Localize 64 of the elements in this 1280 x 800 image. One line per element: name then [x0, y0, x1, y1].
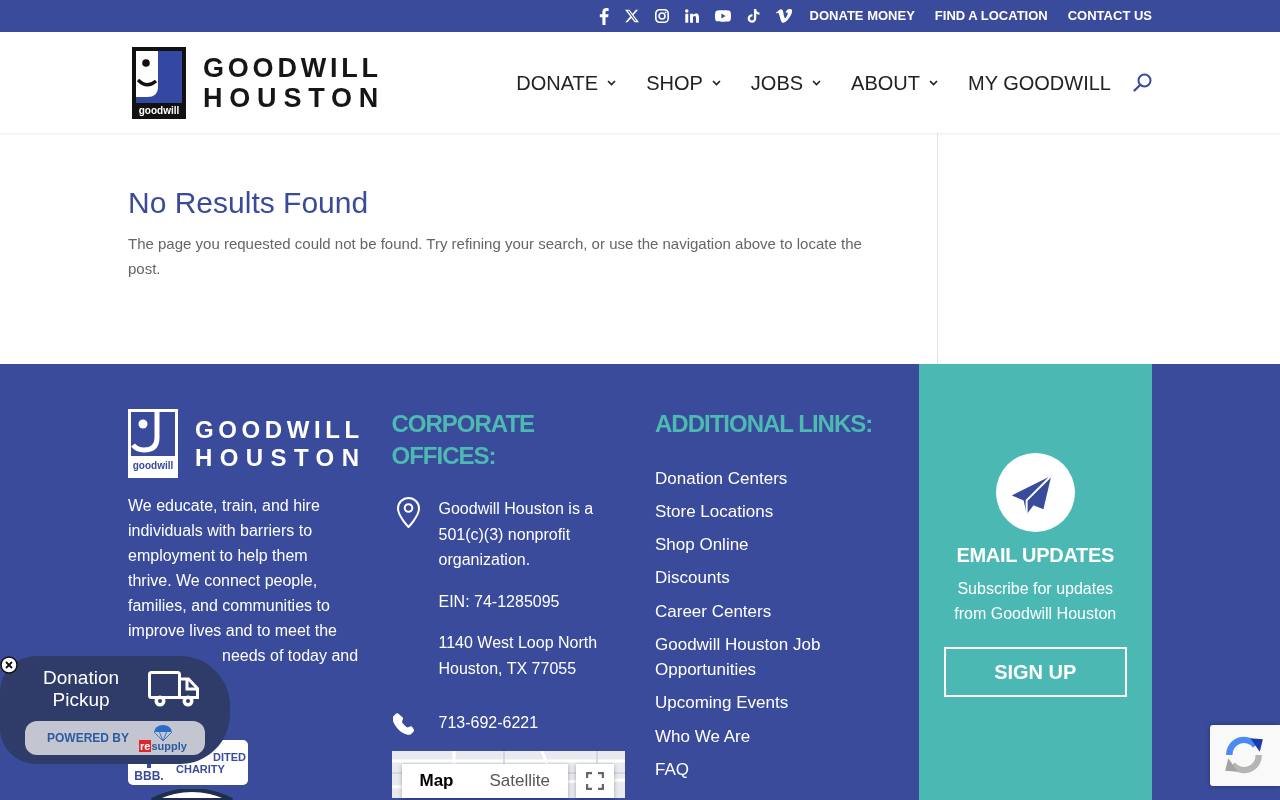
footer-link[interactable]: Shop Online: [655, 532, 749, 558]
map-view-tab[interactable]: Map: [401, 764, 472, 798]
facebook-icon[interactable]: [598, 7, 609, 25]
seal-icon: [150, 789, 234, 800]
footer-link[interactable]: Discounts: [655, 565, 730, 591]
nav-link[interactable]: SHOP: [646, 70, 721, 95]
nav-link[interactable]: ABOUT: [851, 70, 938, 95]
newsletter-text: Subscribe for updates from Goodwill Houston: [953, 578, 1118, 624]
footer-heading: CORPORATE OFFICES:: [391, 409, 536, 471]
page-title: No Results Found: [128, 185, 370, 221]
location-pin-icon: [396, 497, 420, 528]
footer-link[interactable]: Donation Centers: [655, 465, 788, 491]
vimeo-icon[interactable]: [775, 9, 792, 23]
page-message: The page you requested could not be found. Try refining your search, or use the navigation above to locate the post.: [128, 234, 863, 279]
logo-text: BBB.: [134, 770, 164, 782]
office-text: 1140 West Loop North Houston, TX 77055: [438, 633, 599, 679]
fullscreen-icon: [585, 772, 604, 790]
youtube-icon[interactable]: [714, 10, 731, 22]
logo-tile-text: goodwill: [138, 103, 180, 118]
close-button[interactable]: [0, 656, 18, 674]
widget-title: Donation Pickup: [41, 667, 121, 711]
top-nav-link[interactable]: DONATE MONEY: [809, 8, 915, 24]
powered-by-label: POWERED BY: [47, 731, 129, 745]
badge-text: CHARITY: [176, 763, 225, 775]
footer-link[interactable]: Goodwill Houston Job Opportunities: [655, 632, 889, 682]
instagram-icon[interactable]: [654, 9, 669, 23]
logo-text: HOUSTON: [203, 82, 386, 113]
logo-text: GOODWILL: [203, 52, 383, 83]
footer-link[interactable]: FAQ: [655, 756, 689, 782]
logo-text: GOODWILL: [195, 415, 365, 444]
map-view-tab[interactable]: Satellite: [471, 764, 568, 798]
footer-link[interactable]: Who We Are: [655, 723, 751, 749]
truck-icon: [148, 671, 200, 707]
footer-heading: ADDITIONAL LINKS:: [655, 409, 874, 439]
phone-icon: [392, 713, 414, 735]
search-icon[interactable]: [1133, 73, 1152, 92]
logo-symbol-icon: [136, 50, 182, 103]
x-logo-icon[interactable]: [624, 9, 639, 23]
footer-link[interactable]: Store Locations: [655, 498, 774, 524]
caret-icon: [812, 79, 822, 86]
top-nav-link[interactable]: FIND A LOCATION: [934, 8, 1048, 24]
nav-link[interactable]: JOBS: [750, 70, 822, 95]
office-text: Goodwill Houston is a 501(c)(3) nonprofit organization.: [438, 499, 595, 570]
nav-link[interactable]: MY GOODWILL: [968, 70, 1111, 95]
parachute-icon: [152, 724, 173, 741]
nav-link[interactable]: DONATE: [516, 70, 617, 95]
brand-wordmark: resupply: [139, 739, 187, 752]
caret-icon: [711, 79, 721, 86]
newsletter-heading: EMAIL UPDATES: [956, 543, 1115, 568]
close-icon: [0, 656, 18, 674]
logo-text: HOUSTON: [195, 443, 367, 472]
logo-tile-text: goodwill: [131, 456, 175, 475]
paper-plane-icon: [995, 453, 1075, 532]
circular-arrows-icon: [1223, 734, 1265, 776]
footer-link[interactable]: Upcoming Events: [655, 690, 789, 716]
caret-icon: [607, 79, 617, 86]
footer-link[interactable]: Career Centers: [655, 598, 772, 624]
caret-icon: [929, 79, 938, 86]
office-text: 713-692-6221: [438, 713, 539, 733]
office-text: EIN: 74-1285095: [438, 591, 561, 612]
top-nav-link[interactable]: CONTACT US: [1067, 8, 1152, 24]
fullscreen-button[interactable]: [575, 764, 614, 798]
tiktok-icon[interactable]: [746, 9, 760, 23]
linkedin-icon[interactable]: [684, 9, 699, 23]
